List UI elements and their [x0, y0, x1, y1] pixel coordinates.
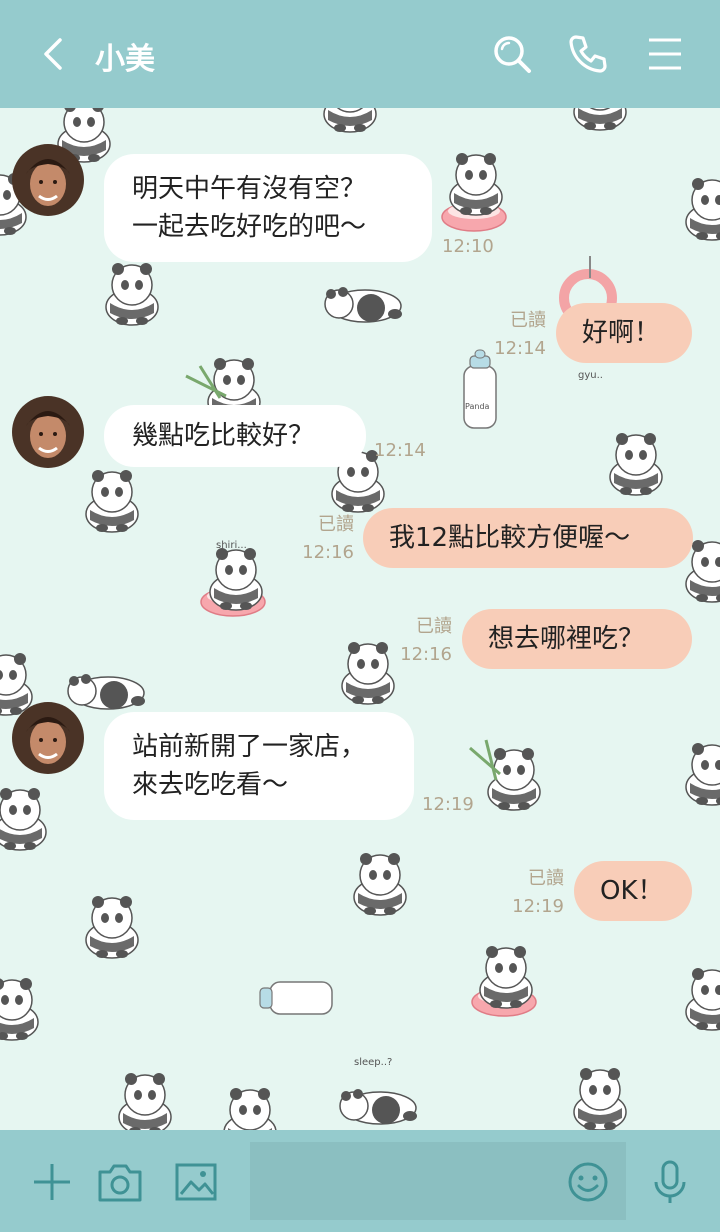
camera-icon[interactable]	[96, 1158, 144, 1206]
gyu-caption: gyu..	[578, 370, 603, 381]
message-text: 我12點比較方便喔～	[389, 523, 631, 553]
bottle-label: Panda	[465, 402, 490, 411]
message-bubble[interactable]: 想去哪裡吃？	[462, 609, 692, 669]
shiri-caption: shiri...	[216, 540, 247, 551]
message-time: 12:10	[442, 236, 494, 257]
chat-area[interactable]: gyu.. shiri... sleep..? Panda 明天中午有沒有空？ …	[0, 108, 720, 1130]
image-icon[interactable]	[172, 1158, 220, 1206]
avatar[interactable]	[12, 144, 84, 216]
menu-icon[interactable]	[643, 32, 687, 76]
message-bubble[interactable]: 好啊！	[556, 303, 692, 363]
avatar[interactable]	[12, 702, 84, 774]
chevron-left-icon[interactable]	[36, 36, 72, 72]
message-bubble[interactable]: 我12點比較方便喔～	[363, 508, 693, 568]
message-time: 12:14	[374, 440, 426, 461]
message-text: 站前新開了一家店，	[132, 732, 367, 762]
chat-header: 小美	[0, 0, 720, 108]
search-icon[interactable]	[490, 32, 534, 76]
message-text: OK！	[600, 876, 664, 906]
message-text: 幾點吃比較好？	[132, 421, 315, 451]
message-text: 明天中午有沒有空？	[132, 174, 367, 204]
message-bubble[interactable]: 幾點吃比較好？	[104, 405, 366, 467]
read-receipt: 已讀	[528, 868, 564, 889]
message-time: 12:16	[400, 644, 452, 665]
microphone-icon[interactable]	[646, 1158, 694, 1206]
chat-title: 小美	[95, 42, 155, 77]
read-receipt: 已讀	[318, 514, 354, 535]
message-text: 想去哪裡吃？	[488, 624, 645, 654]
message-time: 12:14	[494, 338, 546, 359]
phone-icon[interactable]	[566, 32, 610, 76]
message-bubble[interactable]: 站前新開了一家店， 來去吃吃看～	[104, 712, 414, 820]
message-text: 來去吃吃看～	[132, 770, 289, 800]
message-time: 12:16	[302, 542, 354, 563]
message-text: 一起去吃好吃的吧～	[132, 212, 367, 242]
message-bubble[interactable]: 明天中午有沒有空？ 一起去吃好吃的吧～	[104, 154, 432, 262]
read-receipt: 已讀	[510, 310, 546, 331]
message-time: 12:19	[422, 794, 474, 815]
message-composer	[0, 1130, 720, 1232]
message-bubble[interactable]: OK！	[574, 861, 692, 921]
message-time: 12:19	[512, 896, 564, 917]
read-receipt: 已讀	[416, 616, 452, 637]
message-text: 好啊！	[582, 318, 661, 348]
sleep-caption: sleep..?	[354, 1057, 393, 1068]
emoji-icon[interactable]	[564, 1158, 612, 1206]
avatar[interactable]	[12, 396, 84, 468]
plus-icon[interactable]	[28, 1158, 76, 1206]
